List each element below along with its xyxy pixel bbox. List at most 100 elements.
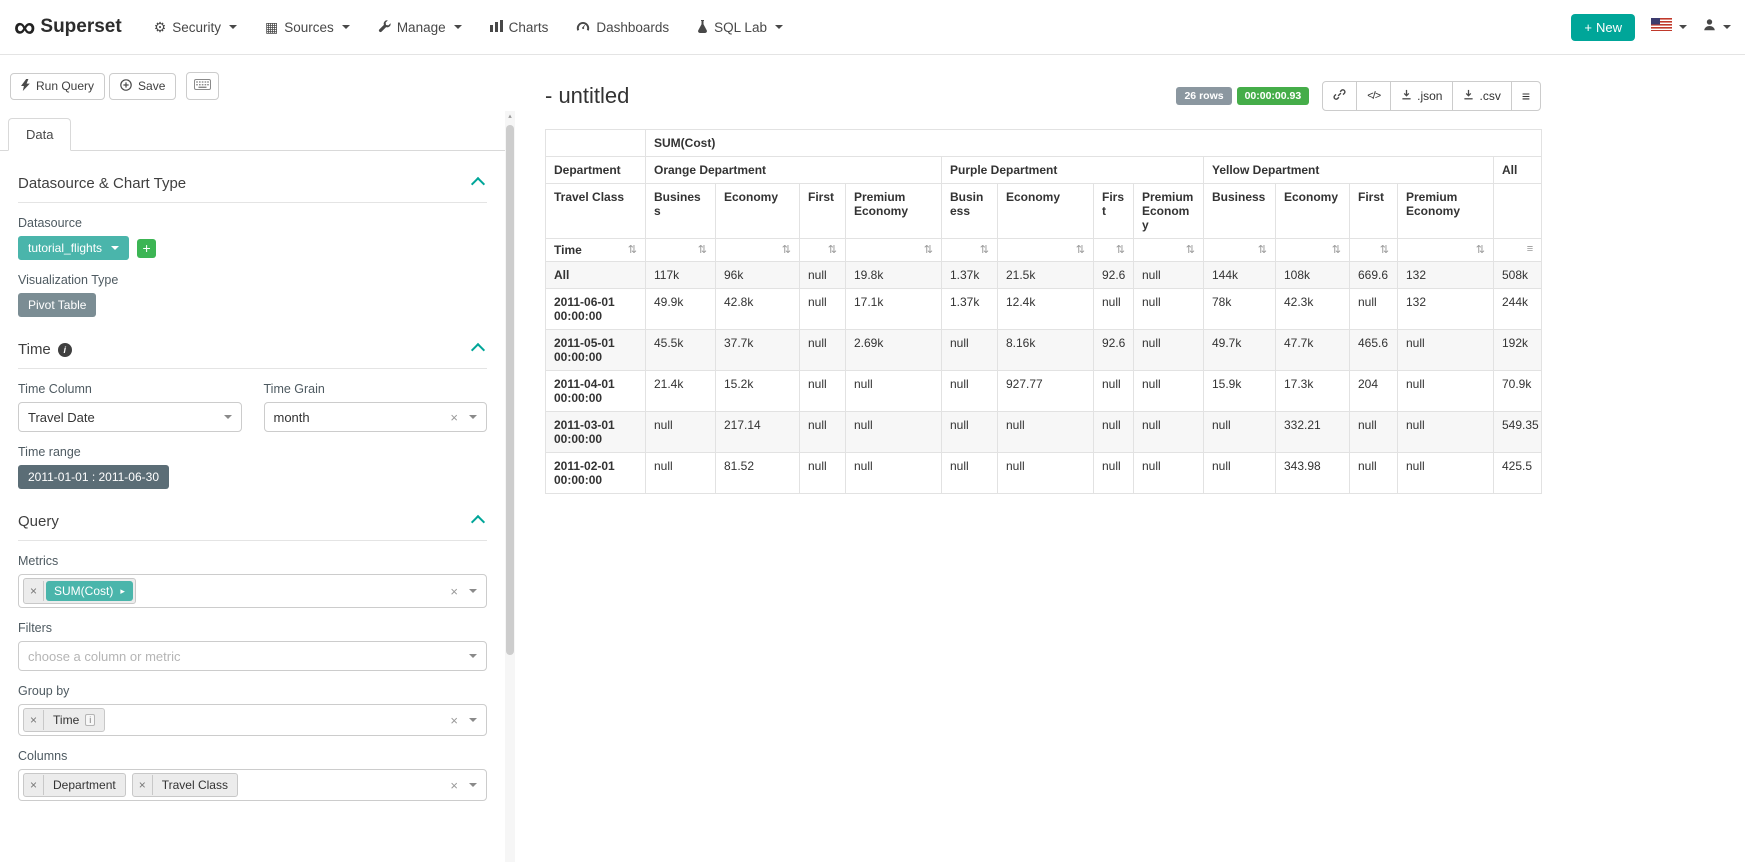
pivot-value-cell: null	[1134, 371, 1204, 412]
tab-data[interactable]: Data	[8, 118, 71, 151]
time-column-select[interactable]: Travel Date	[18, 402, 242, 432]
viz-type-button[interactable]: Pivot Table	[18, 293, 96, 317]
pivot-value-cell: 108k	[1276, 262, 1350, 289]
viz-type-value: Pivot Table	[28, 298, 86, 312]
remove-icon[interactable]: ×	[24, 581, 44, 601]
sort-icon[interactable]: ⇅	[924, 243, 933, 256]
time-grain-select[interactable]: month ×	[264, 402, 488, 432]
new-button[interactable]: + New	[1571, 14, 1635, 41]
main-nav: ⚙ Security ▦ Sources Manage Charts Dashb…	[154, 20, 1572, 35]
sort-icon[interactable]: ⇅	[782, 243, 791, 256]
clear-icon[interactable]: ×	[450, 585, 458, 598]
add-datasource-button[interactable]: +	[137, 239, 156, 258]
groupby-label: Group by	[18, 684, 487, 698]
columns-select[interactable]: × Department × Travel Class ×	[18, 769, 487, 801]
clear-icon[interactable]: ×	[450, 779, 458, 792]
sort-icon[interactable]: ⇅	[1380, 243, 1389, 256]
remove-icon[interactable]: ×	[24, 775, 44, 795]
caret-down-icon	[775, 25, 783, 29]
pivot-value-cell: 1.37k	[942, 262, 998, 289]
code-icon: </>	[1367, 90, 1380, 102]
keyboard-shortcuts-button[interactable]	[186, 72, 219, 100]
sort-icon[interactable]: ⇅	[1332, 243, 1341, 256]
panel-scrollbar[interactable]: ▴	[505, 55, 515, 862]
remove-icon[interactable]: ×	[133, 775, 153, 795]
pivot-value-cell: null	[800, 412, 846, 453]
pivot-value-cell: 1.37k	[942, 289, 998, 330]
sort-icon[interactable]: ⇅	[1476, 243, 1485, 256]
columns-token-label: Department	[44, 774, 125, 796]
datasource-select[interactable]: tutorial_flights	[18, 236, 129, 260]
chevron-up-icon[interactable]	[471, 342, 485, 356]
plus-icon: +	[142, 241, 150, 255]
metrics-select[interactable]: × SUM(Cost) ▸ ×	[18, 574, 487, 608]
clear-icon[interactable]: ×	[450, 714, 458, 727]
pivot-value-cell: 37.7k	[716, 330, 800, 371]
caret-down-icon	[469, 589, 477, 593]
language-selector[interactable]	[1651, 18, 1687, 36]
section-datasource-header[interactable]: Datasource & Chart Type	[18, 167, 487, 203]
sort-icon[interactable]: ⇅	[1186, 243, 1195, 256]
menu-icon: ≡	[1522, 88, 1530, 104]
nav-sql-lab[interactable]: SQL Lab	[697, 20, 783, 35]
nav-dashboards[interactable]: Dashboards	[576, 20, 669, 35]
pivot-sort-header: ≡	[1494, 239, 1542, 262]
time-column-value: Travel Date	[28, 410, 95, 425]
sort-icon[interactable]: ⇅	[980, 243, 989, 256]
wrench-icon	[378, 20, 391, 35]
section-query-header[interactable]: Query	[18, 505, 487, 541]
user-icon	[1703, 18, 1716, 36]
nav-security[interactable]: ⚙ Security	[154, 20, 237, 35]
metric-token[interactable]: × SUM(Cost) ▸	[23, 578, 136, 604]
nav-manage[interactable]: Manage	[378, 20, 462, 35]
sort-icon[interactable]: ⇅	[1076, 243, 1085, 256]
pivot-value-cell: null	[998, 453, 1094, 494]
time-range-button[interactable]: 2011-01-01 : 2011-06-30	[18, 465, 169, 489]
pivot-value-cell: 49.7k	[1204, 330, 1276, 371]
groupby-select[interactable]: × Time i ×	[18, 704, 487, 736]
run-query-button[interactable]: Run Query	[10, 73, 105, 100]
export-json-button[interactable]: .json	[1390, 81, 1453, 111]
superset-brand[interactable]: ∞ Superset	[14, 14, 122, 41]
plus-icon: +	[1584, 20, 1592, 35]
remove-icon[interactable]: ×	[24, 710, 44, 730]
sort-icon[interactable]: ⇅	[828, 243, 837, 256]
chart-title[interactable]: - untitled	[545, 83, 629, 109]
export-csv-label: .csv	[1479, 89, 1500, 103]
sort-icon[interactable]: ⇅	[628, 243, 637, 256]
chevron-up-icon[interactable]	[471, 514, 485, 528]
clear-icon[interactable]: ×	[450, 411, 458, 424]
scrollbar-up-icon[interactable]: ▴	[505, 112, 515, 120]
sort-icon[interactable]: ⇅	[1258, 243, 1267, 256]
embed-code-button[interactable]: </>	[1356, 81, 1391, 111]
groupby-token[interactable]: × Time i	[23, 708, 105, 732]
sort-amount-icon[interactable]: ≡	[1527, 243, 1533, 255]
nav-charts[interactable]: Charts	[490, 20, 549, 35]
user-menu[interactable]	[1703, 18, 1731, 36]
nav-sources[interactable]: ▦ Sources	[265, 20, 350, 35]
columns-token[interactable]: × Department	[23, 773, 126, 797]
pivot-value-cell: 96k	[716, 262, 800, 289]
share-link-button[interactable]	[1322, 81, 1357, 111]
pivot-value-cell: 244k	[1494, 289, 1542, 330]
save-button[interactable]: Save	[109, 73, 176, 100]
filters-select[interactable]: choose a column or metric	[18, 641, 487, 671]
section-time-header[interactable]: Time i	[18, 333, 487, 369]
pivot-value-cell: 927.77	[998, 371, 1094, 412]
more-options-button[interactable]: ≡	[1511, 81, 1541, 111]
pivot-value-cell: null	[800, 330, 846, 371]
pivot-value-cell: null	[646, 453, 716, 494]
info-icon: i	[85, 714, 95, 726]
pivot-class-header: Business	[1204, 184, 1276, 239]
sort-icon[interactable]: ⇅	[698, 243, 707, 256]
groupby-token-label: Time	[53, 713, 79, 727]
chevron-up-icon[interactable]	[471, 176, 485, 190]
sort-icon[interactable]: ⇅	[1116, 243, 1125, 256]
us-flag-icon	[1651, 18, 1672, 36]
scrollbar-thumb[interactable]	[506, 125, 514, 655]
pivot-value-cell: 45.5k	[646, 330, 716, 371]
export-csv-button[interactable]: .csv	[1452, 81, 1511, 111]
pivot-class-header: Business	[942, 184, 998, 239]
columns-token[interactable]: × Travel Class	[132, 773, 238, 797]
main-area: Run Query Save Data Dat	[0, 55, 1745, 862]
